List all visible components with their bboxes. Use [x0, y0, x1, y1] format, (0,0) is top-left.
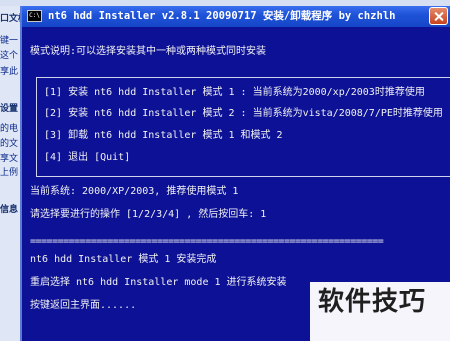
current-system-text: 当前系统: 2000/XP/2003, 推荐使用模式 1 [30, 186, 239, 197]
bg-panel-item[interactable]: 的文 [0, 139, 18, 149]
title-bar[interactable]: C:\ nt6 hdd Installer v2.8.1 20090717 安装… [22, 6, 450, 27]
bg-panel-item[interactable]: 键一 [0, 36, 18, 46]
install-complete-text: nt6 hdd Installer 模式 1 安装完成 [30, 254, 217, 265]
bg-panel-item[interactable]: 这个 [0, 51, 18, 61]
menu-option-1: [1] 安装 nt6 hdd Installer 模式 1 : 当前系统为200… [44, 87, 425, 98]
bg-panel-item[interactable]: 享此 [0, 67, 18, 77]
menu-box: [1] 安装 nt6 hdd Installer 模式 1 : 当前系统为200… [36, 77, 450, 177]
return-main-prompt: 按键返回主界面...... [30, 300, 137, 311]
menu-option-4: [4] 退出 [Quit] [44, 152, 131, 163]
bg-panel-item[interactable]: 上例 [0, 168, 18, 178]
menu-option-2: [2] 安装 nt6 hdd Installer 模式 2 : 当前系统为vis… [44, 108, 443, 119]
restart-instruction: 重启选择 nt6 hdd Installer mode 1 进行系统安装 [30, 277, 287, 288]
close-button[interactable] [429, 7, 448, 25]
mode-description: 模式说明:可以选择安装其中一种或两种模式同时安装 [30, 46, 267, 57]
bg-panel-item[interactable]: 享文 [0, 154, 18, 164]
watermark-logo: 软件技巧 [318, 287, 427, 317]
console-app-icon[interactable]: C:\ [27, 10, 42, 22]
window-title: nt6 hdd Installer v2.8.1 20090717 安装/卸载程… [48, 10, 396, 22]
bg-panel-item[interactable]: 的电 [0, 124, 18, 134]
operation-prompt: 请选择要进行的操作 [1/2/3/4] , 然后按回车: 1 [30, 209, 267, 220]
separator-line: ========================================… [30, 236, 384, 247]
bg-panel-item: 设置 [0, 104, 19, 114]
menu-option-3: [3] 卸载 nt6 hdd Installer 模式 1 和模式 2 [44, 130, 283, 141]
bg-panel-item: 信息 [0, 205, 19, 215]
